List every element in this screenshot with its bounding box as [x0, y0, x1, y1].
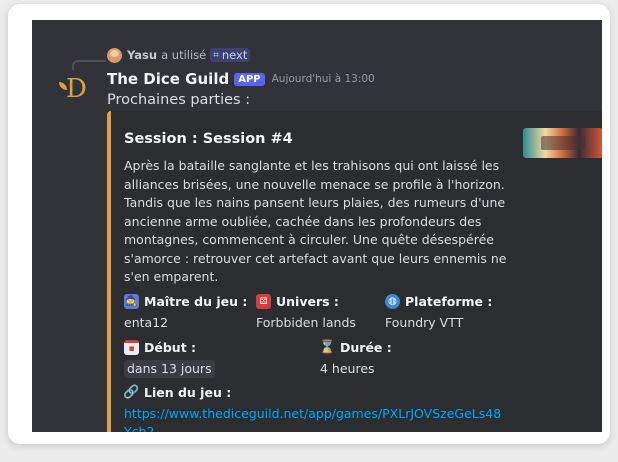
field-start: ▪ Début : dans 13 jours [124, 339, 215, 378]
calendar-icon: ▪ [124, 340, 139, 355]
reply-username[interactable]: Yasu [127, 48, 157, 62]
field-duration: ⌛ Durée : 4 heures [319, 339, 392, 378]
field-universe-value: Forbbiden lands [256, 314, 356, 330]
field-game-link-label: Lien du jeu : [144, 385, 232, 400]
slash-command-name: next [221, 48, 248, 62]
field-game-master-value: enta12 [124, 314, 169, 330]
field-game-master-label: Maître du jeu : [144, 294, 248, 309]
screenshot-card: Yasu a utilisé ⌗ next D The Dice Guild A… [8, 4, 610, 444]
field-game-master: 🧙 Maître du jeu : enta12 [124, 293, 247, 332]
app-badge: APP [234, 72, 265, 86]
reply-context[interactable]: Yasu a utilisé ⌗ next [107, 47, 251, 63]
field-platform-label: Plateforme : [405, 294, 493, 309]
field-duration-label: Durée : [340, 340, 392, 355]
field-game-link: 🔗 Lien du jeu : https://www.thediceguild… [123, 384, 504, 433]
bot-avatar[interactable]: D [56, 74, 87, 104]
chat-area: Yasu a utilisé ⌗ next D The Dice Guild A… [32, 20, 602, 432]
reply-connector [72, 60, 106, 70]
field-universe: ⚄ Univers : Forbbiden lands [256, 293, 356, 332]
bot-name[interactable]: The Dice Guild [107, 70, 229, 88]
slash-command-icon: ⌗ [213, 49, 219, 61]
message-timestamp[interactable]: Aujourd'hui à 13:00 [272, 73, 375, 85]
link-icon: 🔗 [123, 385, 140, 400]
embed-thumbnail[interactable] [523, 128, 602, 158]
field-universe-label: Univers : [276, 294, 339, 309]
field-duration-value: 4 heures [320, 360, 375, 376]
wizard-icon: 🧙 [124, 294, 139, 309]
message-text: Prochaines parties : [107, 92, 251, 108]
embed-fields: 🧙 Maître du jeu : enta12 ⚄ Univers : For… [123, 293, 599, 433]
globe-icon: ◍ [385, 294, 400, 309]
field-platform-value: Foundry VTT [385, 314, 464, 330]
game-link[interactable]: https://www.thediceguild.net/app/games/P… [124, 405, 504, 433]
reply-avatar[interactable] [107, 47, 122, 63]
dice-icon: ⚄ [256, 294, 271, 309]
relative-timestamp[interactable]: dans 13 jours [124, 359, 215, 378]
field-platform: ◍ Plateforme : Foundry VTT [385, 293, 492, 332]
reply-action-text: a utilisé [161, 48, 207, 62]
field-start-label: Début : [144, 340, 197, 355]
slash-command-chip[interactable]: ⌗ next [210, 48, 251, 62]
message-header: The Dice Guild APP Aujourd'hui à 13:00 [107, 69, 375, 89]
session-embed: Session : Session #4 Après la bataille s… [107, 111, 602, 432]
embed-description: Après la bataille sanglante et les trahi… [124, 158, 507, 284]
avatar-letter: D [66, 74, 87, 104]
hourglass-icon: ⌛ [319, 340, 336, 355]
